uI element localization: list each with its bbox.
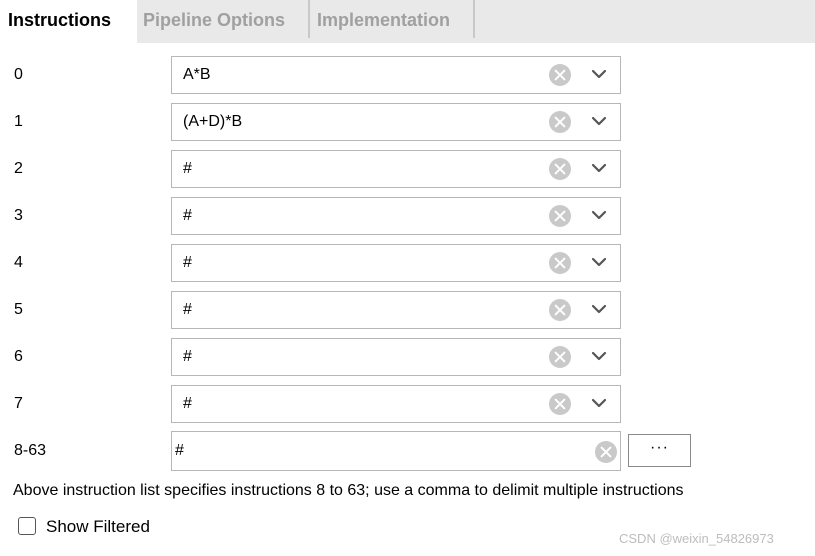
instruction-index-label: 3 [14,207,23,224]
instruction-value: # [183,395,192,412]
instruction-value: # [183,301,192,318]
instruction-row: 0 A*B [0,55,815,95]
instruction-row: 4 # [0,243,815,283]
instruction-row: 1 (A+D)*B [0,102,815,142]
instruction-value: (A+D)*B [183,113,243,130]
instruction-index-label: 1 [14,113,23,130]
clear-icon[interactable] [549,393,571,415]
clear-icon[interactable] [549,252,571,274]
show-filtered-label: Show Filtered [46,517,150,536]
tab-implementation[interactable]: Implementation [310,0,473,43]
info-text: Above instruction list specifies instruc… [13,482,684,499]
instruction-combo[interactable]: # [171,385,621,423]
chevron-down-icon[interactable] [591,348,607,364]
instruction-combo[interactable]: # [171,150,621,188]
chevron-down-icon[interactable] [591,254,607,270]
instruction-value: # [183,160,192,177]
chevron-down-icon[interactable] [591,66,607,82]
clear-icon[interactable] [549,299,571,321]
instruction-index-label: 8-63 [14,442,47,459]
chevron-down-icon[interactable] [591,160,607,176]
instruction-index-label: 4 [14,254,23,271]
chevron-down-icon[interactable] [591,207,607,223]
instruction-combo[interactable]: # [171,291,621,329]
show-filtered-checkbox[interactable] [18,517,36,535]
tab-divider [473,0,475,38]
instruction-index-label: 7 [14,395,23,412]
instruction-index-label: 0 [14,66,23,83]
clear-icon[interactable] [549,158,571,180]
watermark: CSDN @weixin_54826973 [619,531,774,546]
clear-icon[interactable] [549,346,571,368]
instruction-index-label: 6 [14,348,23,365]
instruction-value: # [183,348,192,365]
instruction-row-range: 8-63 # ··· [0,431,815,471]
instruction-combo[interactable]: # [171,244,621,282]
tab-bar: Instructions Pipeline Options Implementa… [0,0,815,43]
clear-icon[interactable] [549,64,571,86]
instruction-value: A*B [183,66,211,83]
instruction-index-label: 2 [14,160,23,177]
instruction-value: # [183,207,192,224]
instruction-row: 7 # [0,384,815,424]
instruction-combo[interactable]: # [171,338,621,376]
instruction-row: 6 # [0,337,815,377]
clear-icon[interactable] [549,205,571,227]
chevron-down-icon[interactable] [591,113,607,129]
tab-pipeline-options[interactable]: Pipeline Options [137,0,307,43]
tab-instructions[interactable]: Instructions [0,0,137,43]
instruction-row: 3 # [0,196,815,236]
chevron-down-icon[interactable] [591,395,607,411]
browse-button[interactable]: ··· [628,434,691,467]
instruction-value: # [183,254,192,271]
clear-icon[interactable] [595,441,617,463]
instruction-range-input[interactable]: # [171,431,621,471]
instruction-combo[interactable]: A*B [171,56,621,94]
clear-icon[interactable] [549,111,571,133]
instructions-panel: Instructions Pipeline Options Implementa… [0,0,815,556]
instruction-row: 5 # [0,290,815,330]
instruction-combo[interactable]: (A+D)*B [171,103,621,141]
instruction-combo[interactable]: # [171,197,621,235]
instruction-index-label: 5 [14,301,23,318]
instruction-row: 2 # [0,149,815,189]
instruction-value: # [175,442,184,459]
chevron-down-icon[interactable] [591,301,607,317]
